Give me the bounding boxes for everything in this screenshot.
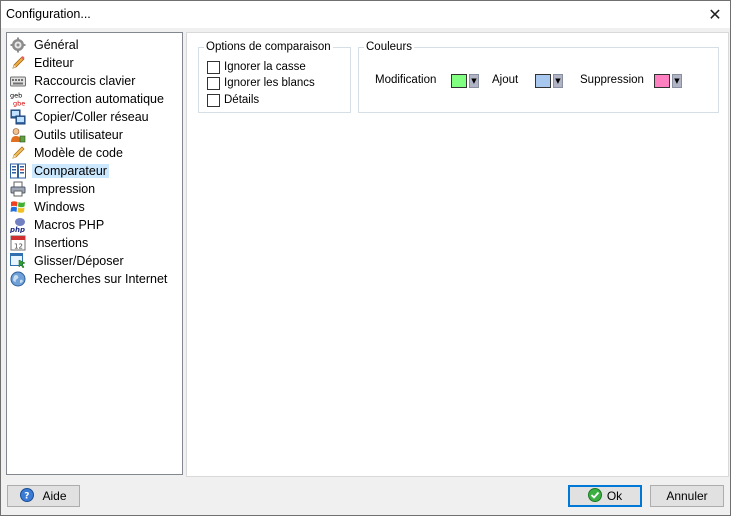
user-tools-icon bbox=[10, 127, 26, 143]
compare-options-group: Options de comparaison Ignorer la casse … bbox=[198, 41, 351, 113]
checkbox-label: Détails bbox=[224, 94, 260, 106]
cancel-button-label: Annuler bbox=[666, 489, 708, 503]
category-list: Général Editeur Raccourcis clavier geb gb… bbox=[6, 32, 183, 475]
gear-icon bbox=[10, 37, 26, 53]
suppression-color-picker[interactable]: ▼ bbox=[654, 74, 682, 88]
drag-drop-icon bbox=[10, 253, 26, 269]
svg-text:?: ? bbox=[25, 491, 30, 501]
sidebar-item-insertions[interactable]: 12 Insertions bbox=[10, 234, 90, 252]
window-title: Configuration... bbox=[6, 7, 91, 21]
suppression-color-swatch[interactable] bbox=[654, 74, 670, 88]
windows-logo-icon bbox=[10, 199, 26, 215]
suppression-color-label: Suppression bbox=[580, 74, 644, 86]
sidebar-item-label: Glisser/Déposer bbox=[34, 254, 124, 268]
cancel-button[interactable]: Annuler bbox=[650, 485, 724, 507]
sidebar-item-copier-coller-reseau[interactable]: Copier/Coller réseau bbox=[10, 108, 151, 126]
checkbox-label: Ignorer la casse bbox=[224, 61, 306, 73]
calendar-icon: 12 bbox=[10, 235, 26, 251]
modification-color-label: Modification bbox=[375, 74, 437, 86]
pencil-icon bbox=[10, 55, 26, 71]
php-icon: php bbox=[9, 217, 26, 234]
sidebar-item-general[interactable]: Général bbox=[10, 36, 80, 54]
checkbox-label: Ignorer les blancs bbox=[224, 77, 315, 89]
ok-button-label: Ok bbox=[606, 489, 623, 503]
sidebar-item-outils-utilisateur[interactable]: Outils utilisateur bbox=[10, 126, 125, 144]
help-button-label: Aide bbox=[42, 489, 67, 503]
checkbox-box[interactable] bbox=[207, 60, 220, 74]
svg-text:12: 12 bbox=[14, 243, 23, 251]
modification-color-picker[interactable]: ▼ bbox=[451, 74, 479, 88]
details-checkbox[interactable]: Détails bbox=[207, 92, 259, 108]
sidebar-item-correction-automatique[interactable]: geb gbe Correction automatique bbox=[10, 90, 166, 108]
chevron-down-icon[interactable]: ▼ bbox=[469, 74, 479, 88]
sidebar-item-label: Editeur bbox=[34, 56, 74, 70]
ok-button[interactable]: Ok bbox=[568, 485, 642, 507]
keyboard-icon bbox=[10, 73, 26, 89]
configuration-dialog: Configuration... ✕ Général Editeur Racco… bbox=[0, 0, 731, 516]
colors-group: Couleurs Modification ▼ Ajout ▼ Suppress… bbox=[358, 41, 719, 113]
svg-text:php: php bbox=[10, 226, 25, 233]
printer-icon bbox=[10, 181, 26, 197]
sidebar-item-label: Copier/Coller réseau bbox=[34, 110, 149, 124]
sidebar-item-label: Raccourcis clavier bbox=[34, 74, 136, 88]
close-button[interactable]: ✕ bbox=[700, 1, 730, 28]
sidebar-item-label: Modèle de code bbox=[34, 146, 123, 160]
spellcheck-icon: geb gbe bbox=[10, 91, 26, 108]
ajout-color-swatch[interactable] bbox=[535, 74, 551, 88]
sidebar-item-label: Général bbox=[34, 38, 79, 52]
sidebar-item-label: Windows bbox=[34, 200, 85, 214]
svg-text:gbe: gbe bbox=[13, 100, 25, 108]
sidebar-item-modele-de-code[interactable]: Modèle de code bbox=[10, 144, 125, 162]
sidebar-item-label: Correction automatique bbox=[34, 92, 164, 106]
code-template-icon bbox=[10, 145, 26, 161]
sidebar-item-label: Outils utilisateur bbox=[34, 128, 123, 142]
sidebar-item-label: Recherches sur Internet bbox=[34, 272, 168, 286]
sidebar-item-impression[interactable]: Impression bbox=[10, 180, 97, 198]
ajout-color-picker[interactable]: ▼ bbox=[535, 74, 563, 88]
chevron-down-icon[interactable]: ▼ bbox=[672, 74, 682, 88]
sidebar-item-windows[interactable]: Windows bbox=[10, 198, 87, 216]
sidebar-item-comparateur[interactable]: Comparateur bbox=[10, 162, 109, 180]
svg-text:geb: geb bbox=[10, 92, 22, 100]
compare-options-title: Options de comparaison bbox=[204, 41, 333, 53]
colors-title: Couleurs bbox=[364, 41, 415, 53]
help-button[interactable]: ? Aide bbox=[7, 485, 80, 507]
checkbox-box[interactable] bbox=[207, 93, 220, 107]
ignore-case-checkbox[interactable]: Ignorer la casse bbox=[207, 59, 306, 75]
globe-icon bbox=[10, 271, 26, 287]
sidebar-item-editeur[interactable]: Editeur bbox=[10, 54, 76, 72]
sidebar-item-glisser-deposer[interactable]: Glisser/Déposer bbox=[10, 252, 126, 270]
sidebar-item-label: Comparateur bbox=[32, 164, 109, 178]
sidebar-item-label: Macros PHP bbox=[34, 218, 105, 232]
settings-panel: Options de comparaison Ignorer la casse … bbox=[186, 32, 729, 477]
network-copy-icon bbox=[10, 109, 26, 125]
sidebar-item-label: Insertions bbox=[34, 236, 89, 250]
modification-color-swatch[interactable] bbox=[451, 74, 467, 88]
ajout-color-label: Ajout bbox=[492, 74, 519, 86]
sidebar-item-label: Impression bbox=[34, 182, 96, 196]
sidebar-item-macros-php[interactable]: php Macros PHP bbox=[9, 216, 106, 234]
compare-icon bbox=[10, 163, 26, 179]
close-icon: ✕ bbox=[708, 5, 722, 24]
ignore-blanks-checkbox[interactable]: Ignorer les blancs bbox=[207, 75, 315, 91]
title-bar: Configuration... ✕ bbox=[1, 1, 730, 28]
chevron-down-icon[interactable]: ▼ bbox=[553, 74, 563, 88]
sidebar-item-recherches-internet[interactable]: Recherches sur Internet bbox=[10, 270, 169, 288]
sidebar-item-raccourcis-clavier[interactable]: Raccourcis clavier bbox=[10, 72, 137, 90]
help-icon: ? bbox=[20, 487, 35, 505]
checkmark-icon bbox=[587, 487, 602, 505]
checkbox-box[interactable] bbox=[207, 76, 220, 90]
